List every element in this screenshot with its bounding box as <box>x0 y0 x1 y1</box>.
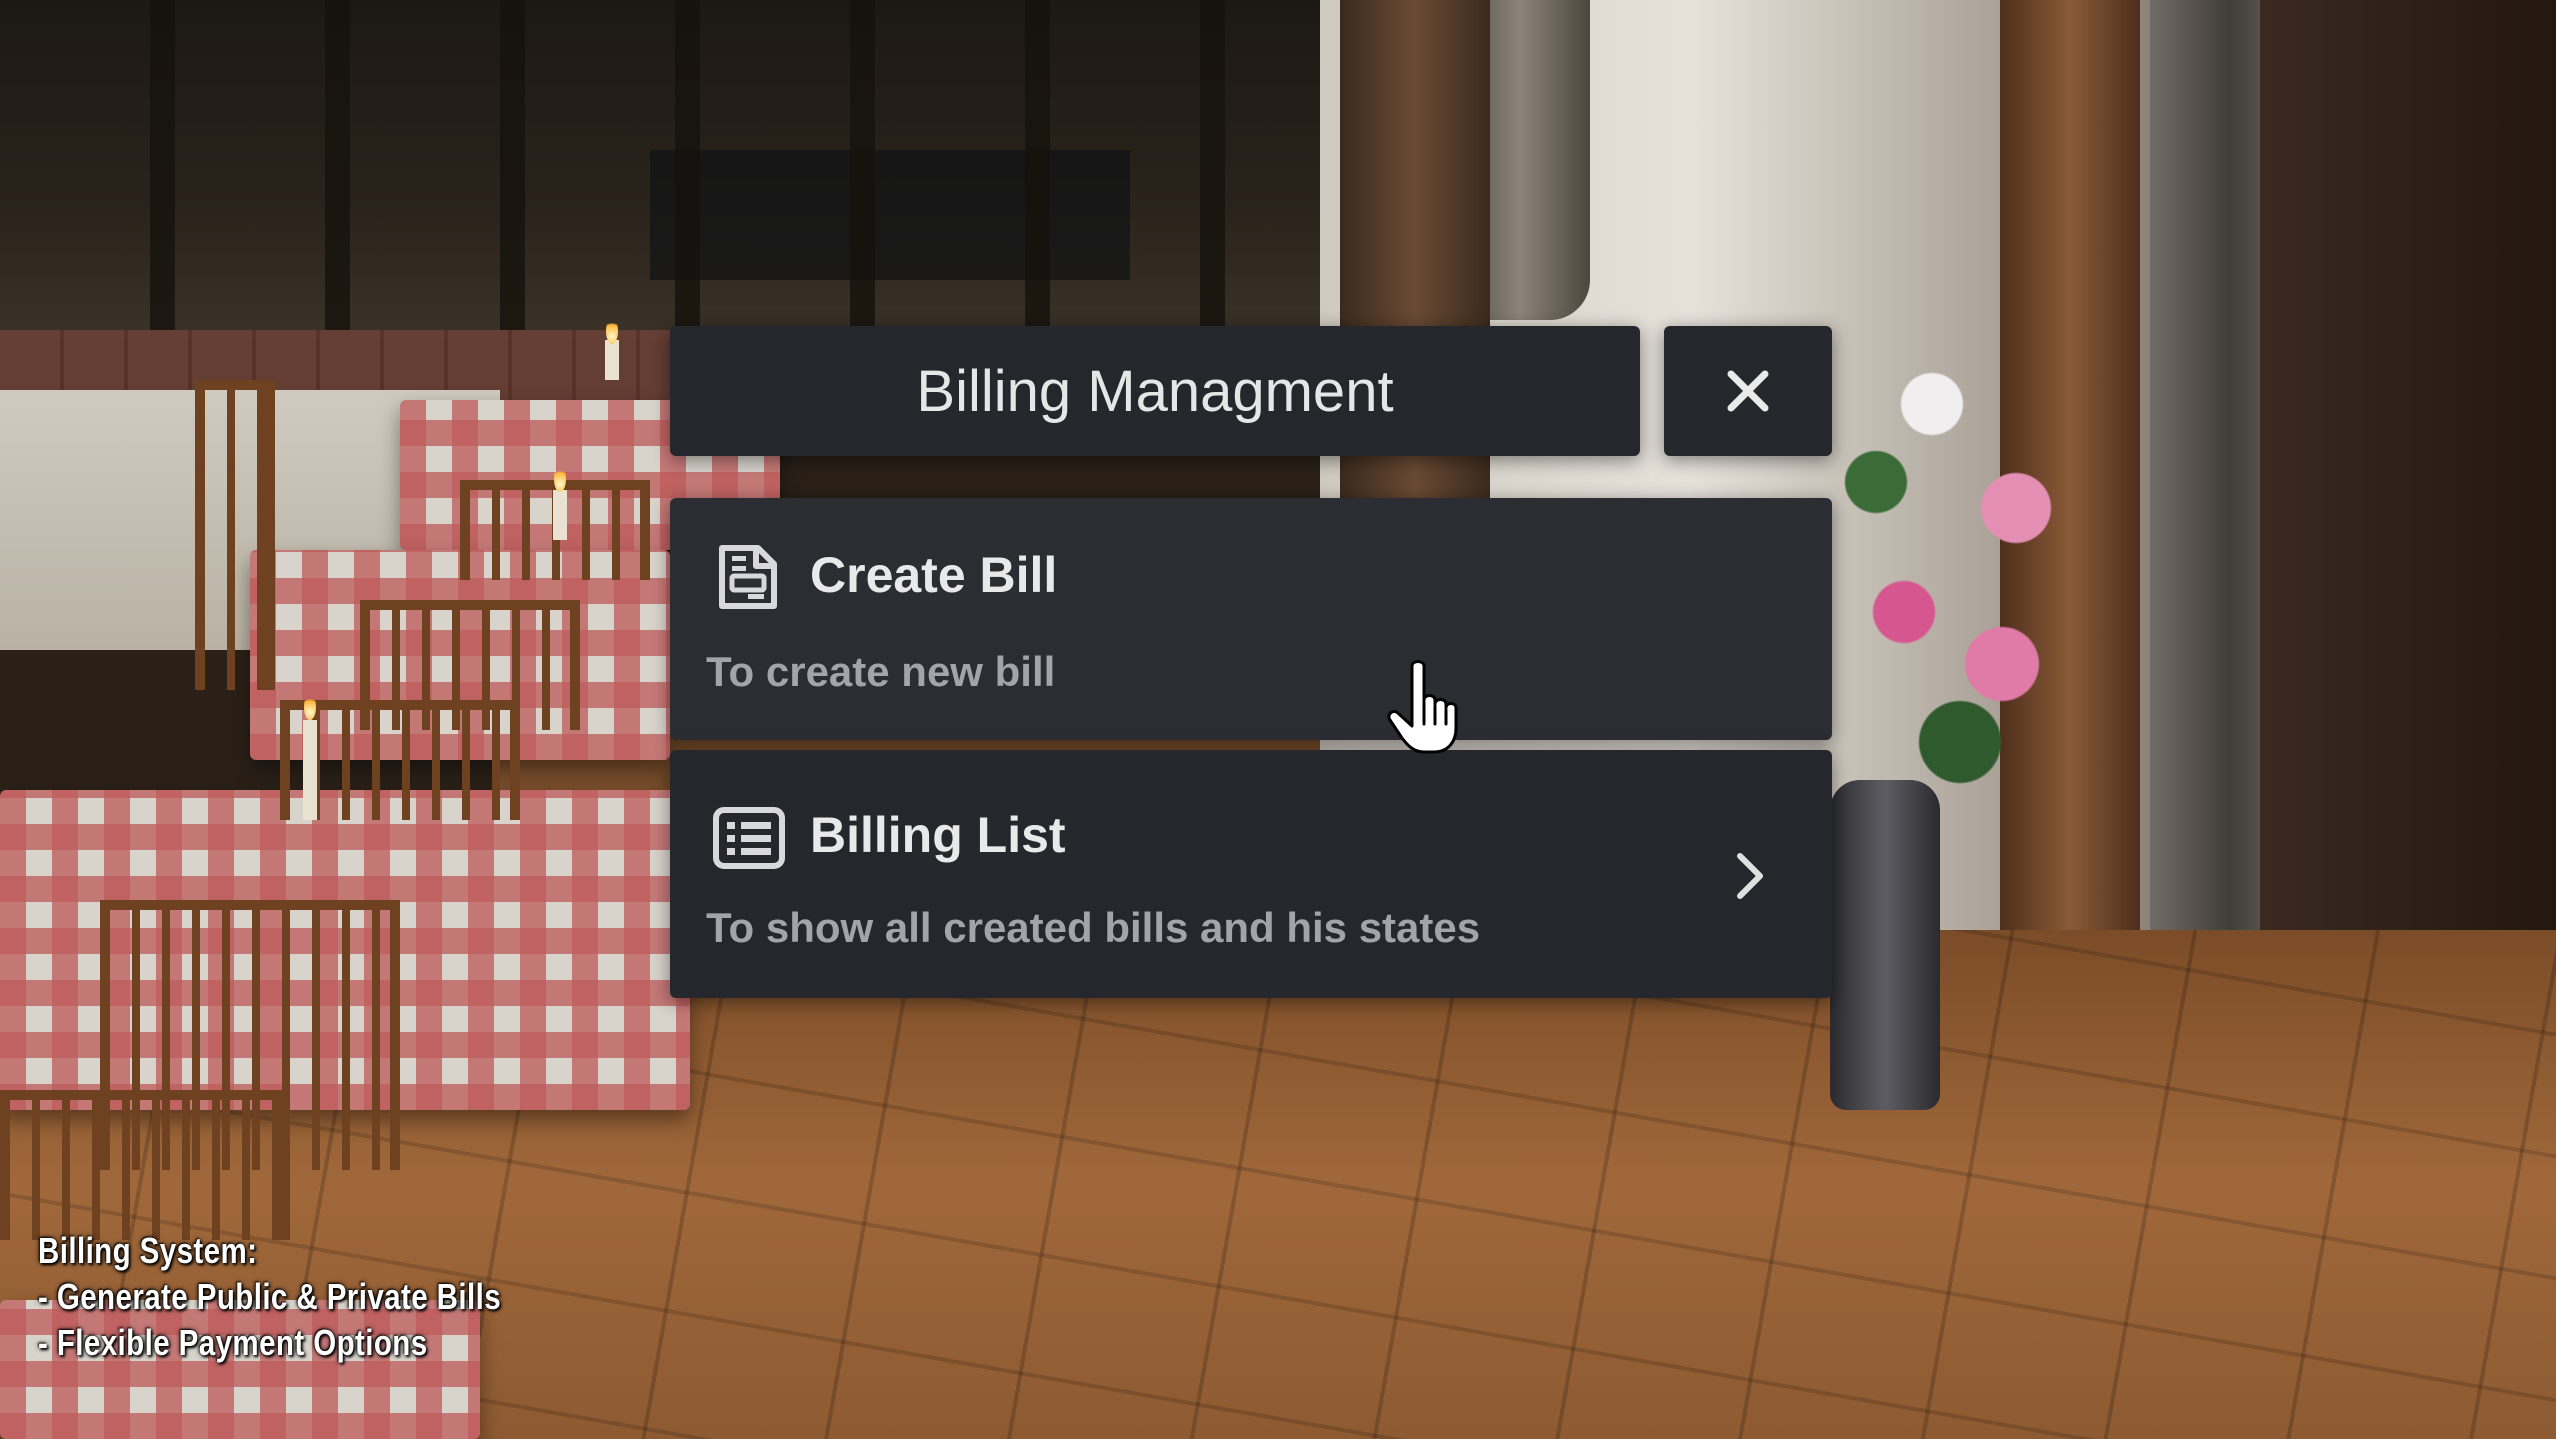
create-bill-title: Create Bill <box>810 547 1058 603</box>
close-icon <box>1727 370 1769 412</box>
chair <box>195 380 275 690</box>
lily-bouquet <box>1820 300 2100 820</box>
create-bill-option[interactable]: Create Bill To create new bill <box>670 498 1832 740</box>
chevron-right-icon <box>1737 853 1763 899</box>
billing-list-description: To show all created bills and his states <box>706 904 1481 951</box>
window-beams <box>0 0 1330 330</box>
candle-flame <box>554 466 566 492</box>
create-bill-description: To create new bill <box>706 648 1056 695</box>
dialog-title: Billing Managment <box>916 358 1394 424</box>
bill-document-icon <box>719 545 777 609</box>
feature-caption: Billing System: - Generate Public & Priv… <box>38 1228 501 1366</box>
dialog-header: Billing Managment <box>670 326 1640 456</box>
billing-list-title: Billing List <box>810 807 1066 863</box>
candle <box>605 340 619 380</box>
candle-flame <box>606 318 618 344</box>
candle <box>553 490 567 540</box>
close-button[interactable] <box>1664 326 1832 456</box>
candle-flame <box>304 694 316 720</box>
caption-line: Billing System: <box>38 1230 258 1271</box>
list-icon <box>713 807 785 869</box>
candle <box>303 720 317 820</box>
caption-line: - Flexible Payment Options <box>38 1322 428 1363</box>
billing-list-option[interactable]: Billing List To show all created bills a… <box>670 750 1832 998</box>
caption-line: - Generate Public & Private Bills <box>38 1276 502 1317</box>
chair <box>0 1090 290 1240</box>
flower-vase <box>1830 780 1940 1110</box>
hand-pointer-cursor <box>1387 660 1458 754</box>
